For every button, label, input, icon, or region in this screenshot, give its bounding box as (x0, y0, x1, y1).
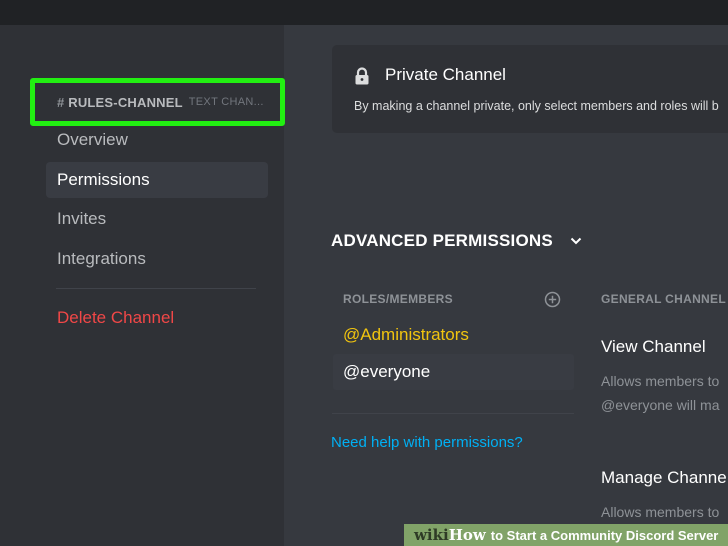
channel-type: TEXT CHAN... (188, 96, 264, 108)
sidebar-item-overview[interactable]: Overview (46, 122, 268, 158)
watermark-title: to Start a Community Discord Server (490, 527, 719, 543)
role-item-administrators[interactable]: @Administrators (333, 317, 574, 353)
general-channel-header: GENERAL CHANNEL (601, 292, 726, 306)
chevron-down-icon[interactable] (569, 234, 583, 248)
add-role-icon[interactable] (544, 291, 561, 308)
role-item-everyone[interactable]: @everyone (333, 354, 574, 390)
private-channel-description: By making a channel private, only select… (354, 99, 719, 113)
roles-members-header: ROLES/MEMBERS (343, 292, 453, 306)
delete-channel-button[interactable]: Delete Channel (46, 300, 268, 336)
help-permissions-link[interactable]: Need help with permissions? (331, 434, 523, 451)
lock-icon (355, 67, 369, 85)
wikihow-watermark: wiki How to Start a Community Discord Serv… (404, 524, 728, 546)
sidebar-item-permissions[interactable]: Permissions (46, 162, 268, 198)
private-channel-card: Private Channel By making a channel priv… (332, 45, 728, 133)
hash-icon: # (57, 94, 65, 110)
top-bar (0, 0, 728, 25)
permission-title-view-channel: View Channel (601, 337, 706, 356)
channel-name: RULES-CHANNEL (68, 94, 183, 110)
channel-name-header: # RULES-CHANNEL TEXT CHAN... (30, 78, 285, 126)
permission-desc-view-channel-1: Allows members to (601, 373, 720, 389)
sidebar-item-invites[interactable]: Invites (46, 201, 268, 237)
permission-desc-manage-channel-1: Allows members to (601, 504, 720, 520)
sidebar-item-integrations[interactable]: Integrations (46, 241, 268, 277)
watermark-wiki: wiki (414, 526, 449, 544)
private-channel-title: Private Channel (385, 65, 506, 84)
watermark-how: How (448, 526, 486, 544)
permission-title-manage-channel: Manage Channe (601, 468, 727, 487)
roles-divider (332, 413, 574, 414)
advanced-permissions-title[interactable]: ADVANCED PERMISSIONS (331, 231, 553, 251)
permission-desc-view-channel-2: @everyone will ma (601, 397, 720, 413)
sidebar-divider (56, 288, 256, 289)
